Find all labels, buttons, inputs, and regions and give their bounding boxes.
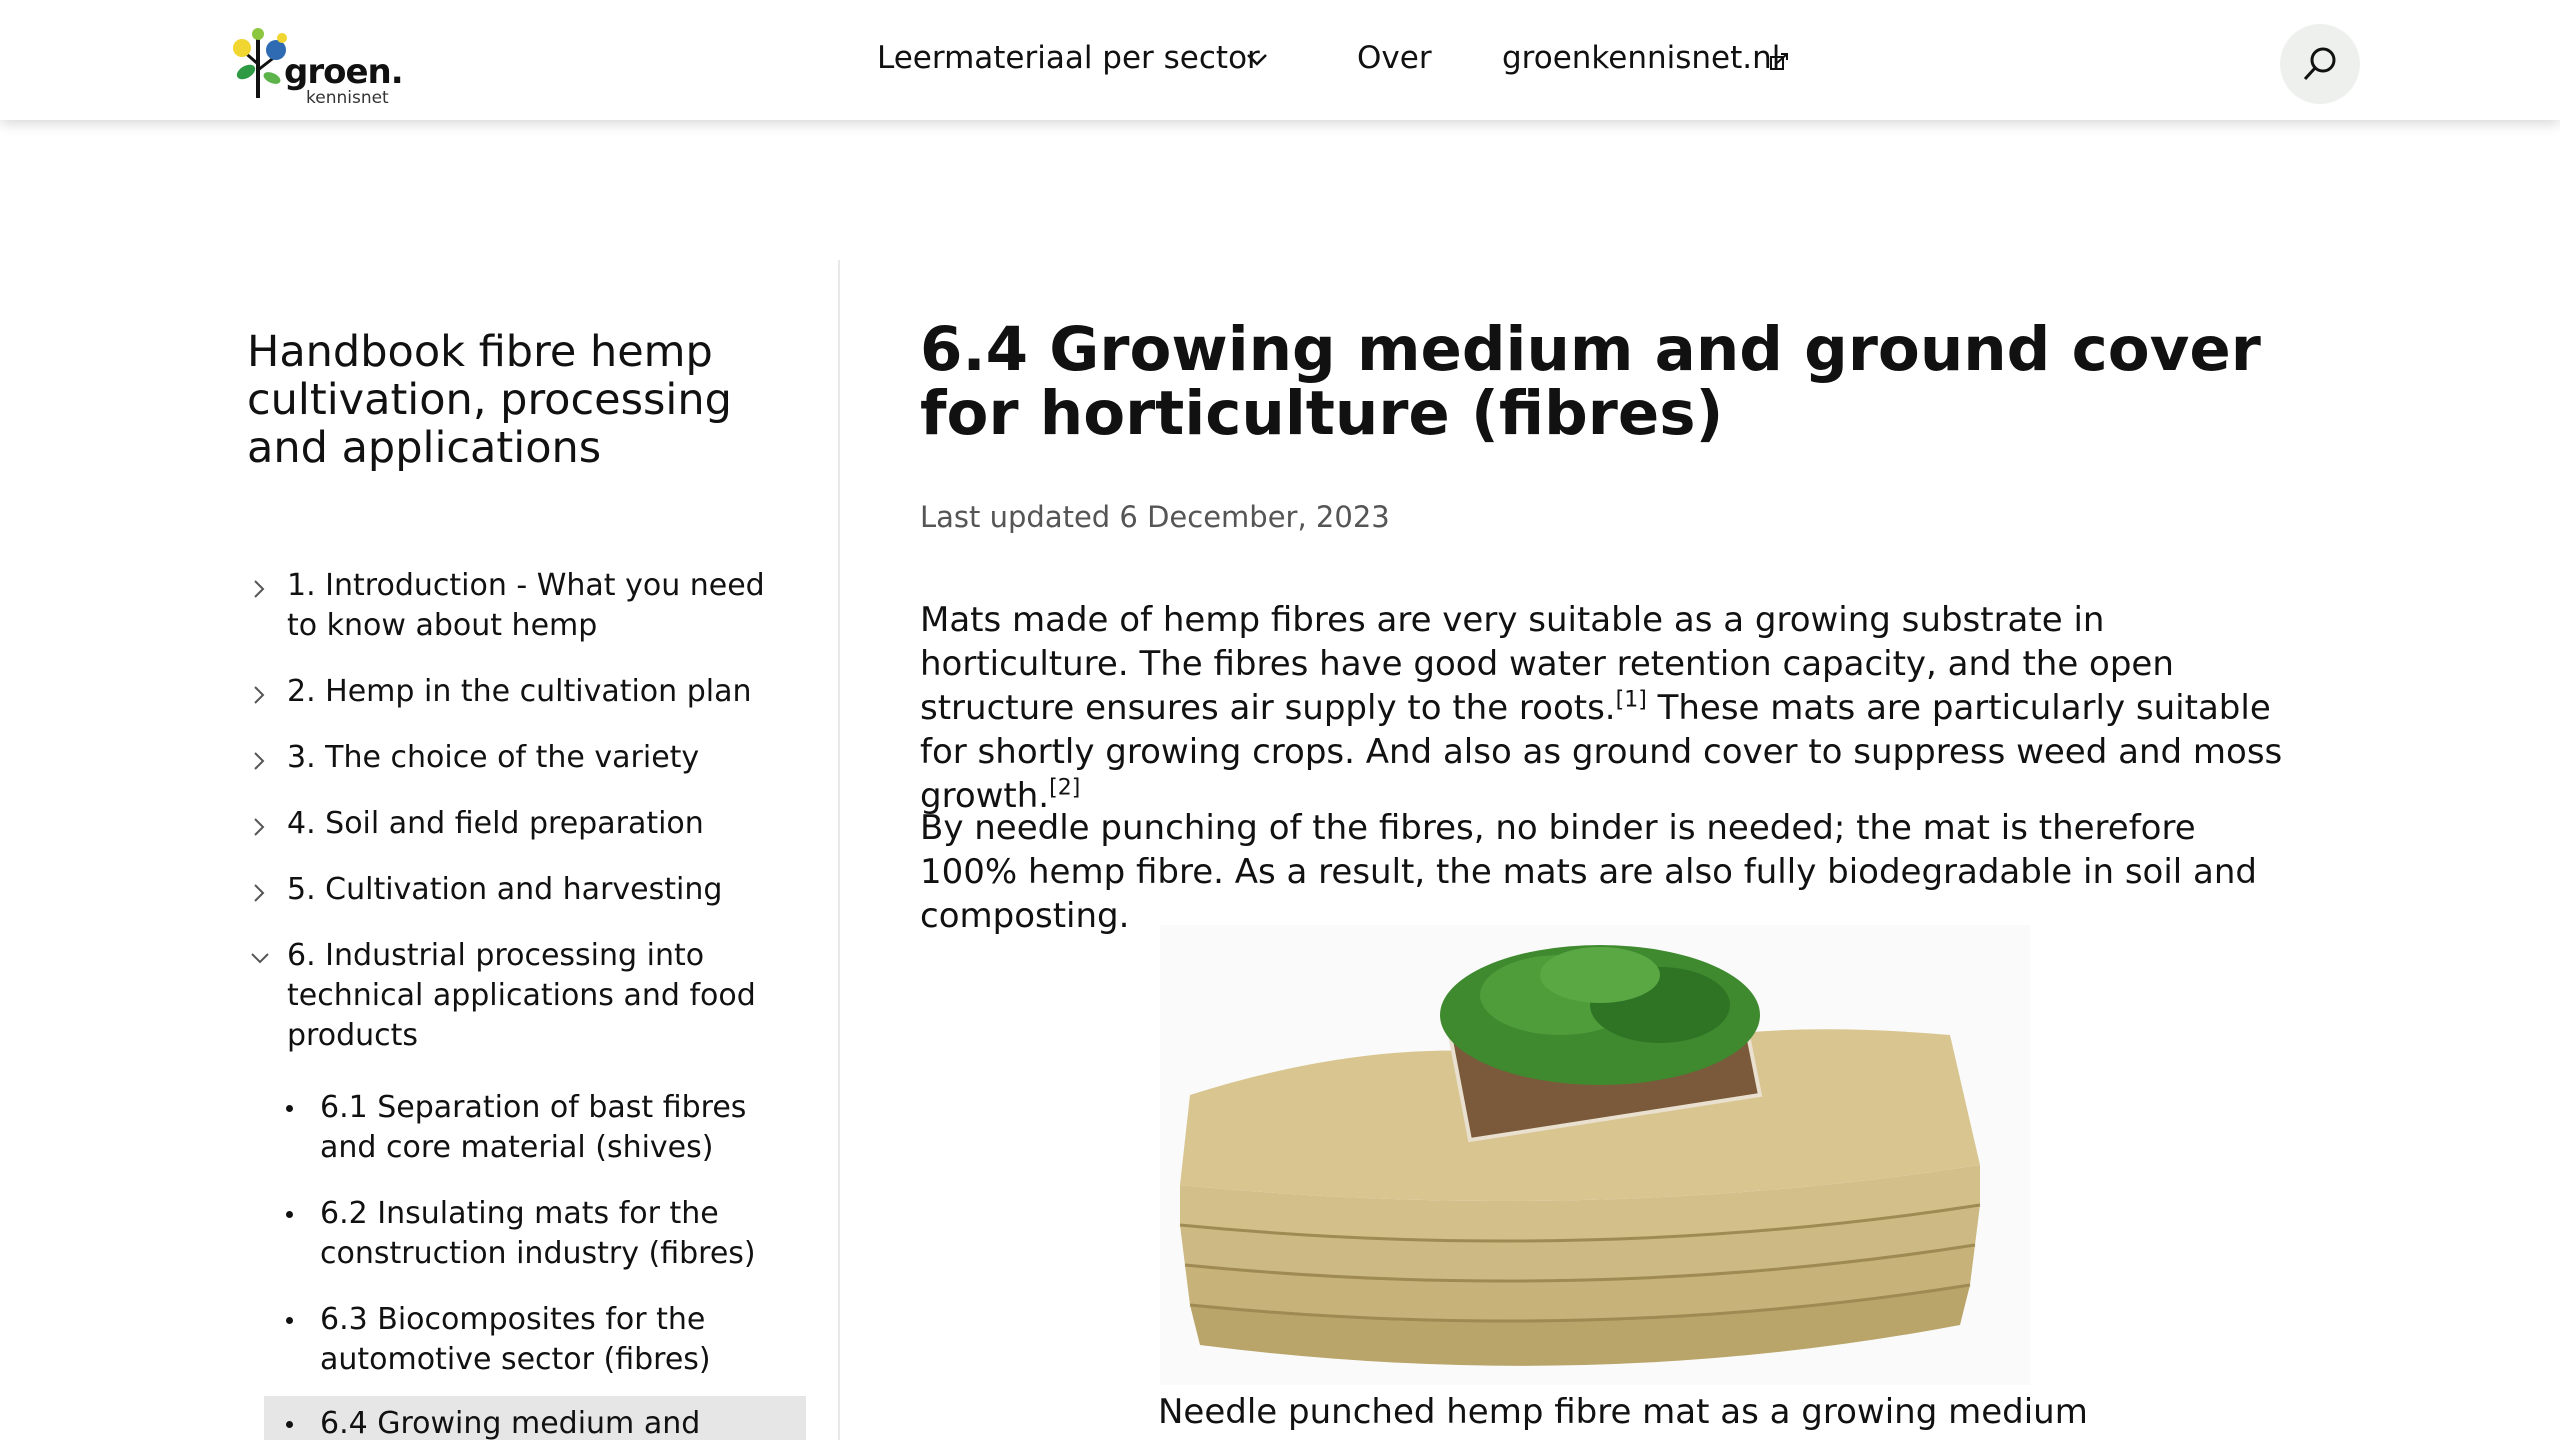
site-header: groen. kennisnet Leermateriaal per secto… [0, 0, 2560, 120]
sidebar-subitem-label: 6.3 Biocomposites for the automotive sec… [320, 1302, 711, 1377]
bullet-icon [286, 1105, 293, 1112]
site-logo[interactable]: groen. kennisnet [228, 20, 404, 110]
chevron-right-icon [254, 686, 265, 704]
sidebar-divider [838, 260, 840, 1440]
nav-leermateriaal[interactable]: Leermateriaal per sector [877, 40, 1260, 76]
sidebar-subitem-6-4-active[interactable]: 6.4 Growing medium and ground [264, 1396, 806, 1440]
chevron-right-icon [254, 580, 265, 598]
chevron-down-icon[interactable] [1245, 52, 1269, 68]
page-title: 6.4 Growing medium and ground cover for … [920, 314, 2261, 449]
sidebar-subitem-label: 6.2 Insulating mats for the construction… [320, 1196, 756, 1271]
external-link-icon [1770, 53, 1788, 70]
sidebar-subitem-label: 6.4 Growing medium and ground [320, 1406, 701, 1440]
sidebar-subitem-label: 6.1 Separation of bast fibres and core m… [320, 1090, 747, 1165]
search-icon [2303, 47, 2336, 81]
nav-groenkennisnet[interactable]: groenkennisnet.nl [1502, 40, 1780, 76]
search-button[interactable] [2280, 24, 2360, 104]
bullet-icon [286, 1317, 293, 1324]
figure-caption: Needle punched hemp fibre mat as a growi… [1158, 1392, 2088, 1432]
bullet-icon [286, 1211, 293, 1218]
sidebar-item-label: 4. Soil and field preparation [287, 806, 704, 841]
body-paragraph-2: By needle punching of the fibres, no bin… [920, 808, 2258, 936]
sidebar-item-label: 2. Hemp in the cultivation plan [287, 674, 752, 709]
footnote-ref-2[interactable]: [2] [1049, 776, 1080, 801]
nav-over[interactable]: Over [1357, 40, 1432, 76]
bullet-icon [286, 1421, 293, 1428]
chevron-right-icon [254, 818, 265, 836]
hemp-mat-image [1160, 925, 2030, 1385]
logo-wordmark: groen. [284, 52, 404, 92]
sidebar-item-label: 5. Cultivation and harvesting [287, 872, 723, 907]
sidebar-title: Handbook fibre hemp cultivation, process… [247, 327, 732, 473]
last-updated: Last updated 6 December, 2023 [920, 500, 1390, 534]
chevron-down-icon [251, 953, 269, 964]
sidebar-item-label: 6. Industrial processing into technical … [287, 938, 756, 1053]
sidebar-item-label: 3. The choice of the variety [287, 740, 700, 775]
chevron-right-icon [254, 884, 265, 902]
footnote-ref-1[interactable]: [1] [1616, 688, 1647, 713]
chevron-right-icon [254, 752, 265, 770]
logo-subtext: kennisnet [306, 88, 389, 108]
body-paragraph-1: Mats made of hemp fibres are very suitab… [920, 598, 2300, 818]
sidebar-item-label: 1. Introduction - What you need to know … [287, 568, 765, 643]
